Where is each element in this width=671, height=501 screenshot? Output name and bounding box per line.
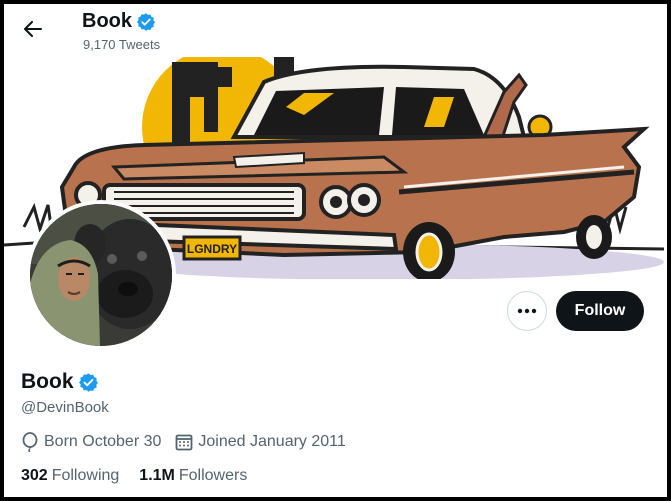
joined-item: Joined January 2011 xyxy=(175,433,346,451)
followers-link[interactable]: 1.1M Followers xyxy=(139,467,247,485)
more-options-button[interactable] xyxy=(507,291,547,331)
arrow-left-icon xyxy=(24,21,42,37)
follow-counts-row: 302 Following 1.1M Followers xyxy=(21,467,267,485)
followers-label: Followers xyxy=(178,467,248,484)
tweet-count: 9,170 Tweets xyxy=(83,37,161,52)
profile-handle: @DevinBook xyxy=(21,399,109,416)
back-button[interactable] xyxy=(18,14,48,44)
profile-avatar[interactable] xyxy=(26,200,176,350)
followers-count: 1.1M xyxy=(139,467,175,484)
following-count: 302 xyxy=(21,467,48,484)
more-horizontal-icon xyxy=(517,308,537,314)
license-plate-text: LGNDRY xyxy=(187,242,237,256)
profile-page: Book 9,170 Tweets LGNDRY Follow Book @De… xyxy=(4,4,667,497)
avatar-image xyxy=(30,204,172,346)
profile-display-name-group: Book xyxy=(21,370,99,394)
birthday-text: Born October 30 xyxy=(44,433,162,450)
following-link[interactable]: 302 Following xyxy=(21,467,119,485)
following-label: Following xyxy=(51,467,120,484)
calendar-icon xyxy=(176,434,193,451)
header-display-name-group: Book xyxy=(82,10,156,33)
profile-display-name: Book xyxy=(21,370,74,393)
balloon-icon xyxy=(22,432,38,452)
header-display-name: Book xyxy=(82,10,132,32)
profile-header-bar: Book 9,170 Tweets xyxy=(4,4,667,57)
follow-button[interactable]: Follow xyxy=(556,291,644,331)
verified-badge-icon xyxy=(136,12,156,32)
joined-text: Joined January 2011 xyxy=(198,433,346,450)
profile-meta-row: Born October 30 Joined January 2011 xyxy=(21,432,360,452)
birthday-item: Born October 30 xyxy=(21,432,161,452)
verified-badge-icon[interactable] xyxy=(78,372,99,393)
